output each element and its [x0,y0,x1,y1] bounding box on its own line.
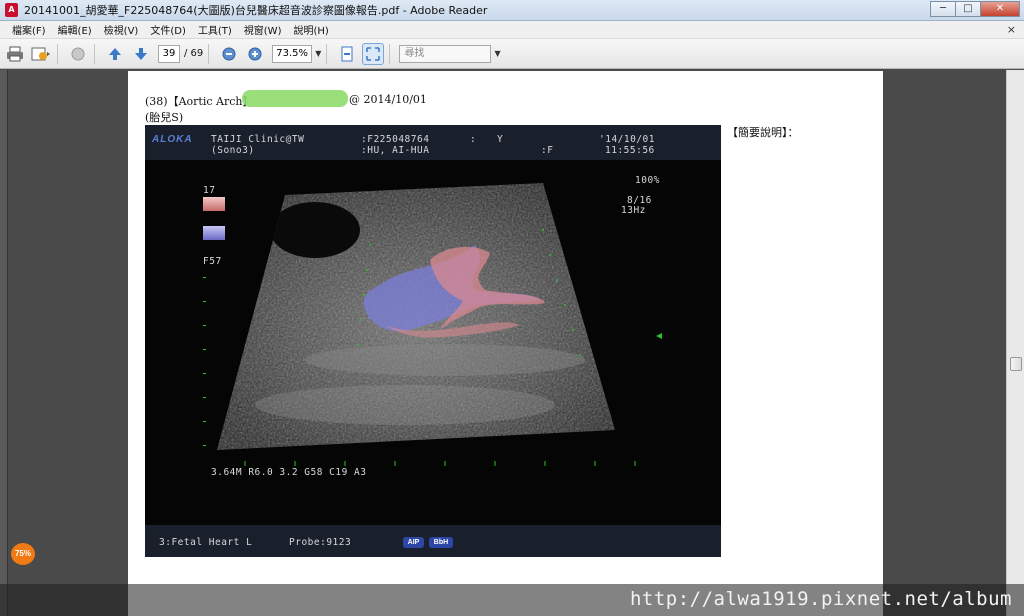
ultrasound-footer: 3:Fetal Heart L Probe:9123 AIP BbH [145,525,721,557]
menu-tools[interactable]: 工具(T) [192,22,238,37]
menu-edit[interactable]: 編輯(E) [52,22,98,37]
page-down-icon[interactable] [130,43,152,65]
minimize-button[interactable]: ─ [930,1,956,17]
filter-label: F57 [203,256,222,267]
color-scale-negative [203,226,225,240]
exam-preset: 3:Fetal Heart L [159,537,253,548]
toolbar-separator [208,43,210,64]
color-scale-positive [203,197,225,211]
zoom-level-input[interactable]: 73.5% [272,44,313,63]
image-subheading: (胎兒S) [145,111,184,124]
watermark-url: http://alwa1919.pixnet.net/album [629,588,1012,610]
document-close-button[interactable]: × [1007,23,1016,36]
depth-tick [203,445,206,446]
depth-tick [203,397,206,398]
ultrasound-image: ALOKA TAIJI Clinic@TW (Sono3) :F22504876… [145,125,721,557]
velocity-scale-top: 17 [203,185,216,196]
navigation-pane[interactable] [0,70,8,616]
fit-page-icon[interactable] [336,43,358,65]
document-page: (38)【Aortic Arch】 @ 2014/10/01 (胎兒S) 【簡要… [128,71,883,616]
toolbar-separator [389,43,391,64]
depth-tick [203,349,206,350]
fullscreen-icon[interactable] [362,42,385,65]
toolbar-separator [57,43,58,64]
menu-view[interactable]: 檢視(V) [98,22,145,37]
bbh-badge: BbH [429,537,453,548]
window-title: 20141001_胡愛華_F225048764(大圖版)台兒醫床超音波診察圖像報… [24,4,488,17]
menu-file[interactable]: 檔案(F) [6,22,52,37]
toolbar: 39 / 69 73.5% ▼ 尋找 ▼ [0,39,1024,69]
gain-percent: 100% [635,175,660,186]
print-icon[interactable] [4,43,26,65]
search-dropdown-icon[interactable]: ▼ [494,49,500,58]
imaging-parameters: 3.64M R6.0 3.2 G58 C19 A3 [211,467,367,478]
collaborate-icon[interactable] [67,43,89,65]
menu-help[interactable]: 說明(H) [287,22,334,37]
zoom-dropdown-icon[interactable]: ▼ [315,49,321,58]
vertical-scrollbar[interactable] [1006,70,1024,616]
image-heading: (38)【Aortic Arch】 [145,95,254,108]
menu-window[interactable]: 視窗(W) [238,22,288,37]
search-input[interactable]: 尋找 [399,44,492,63]
scroll-thumb[interactable] [1010,357,1022,371]
close-button[interactable]: ✕ [980,1,1020,17]
depth-tick [203,277,206,278]
frame-rate: 13Hz [621,205,646,216]
zoom-in-icon[interactable] [244,43,266,65]
depth-tick [203,301,206,302]
maximize-button[interactable]: □ [955,1,981,17]
depth-tick [203,325,206,326]
redaction-mark [242,90,348,107]
page-up-icon[interactable] [104,43,126,65]
summary-label: 【簡要說明】： [727,126,799,139]
depth-tick [203,421,206,422]
aip-badge: AIP [403,537,424,548]
pdf-icon: A [5,3,18,17]
email-icon[interactable] [30,43,52,65]
title-bar: A 20141001_胡愛華_F225048764(大圖版)台兒醫床超音波診察圖… [0,0,1024,21]
toolbar-separator [326,43,328,64]
menu-bar: 檔案(F) 編輯(E) 檢視(V) 文件(D) 工具(T) 視窗(W) 說明(H… [0,21,1024,39]
menu-document[interactable]: 文件(D) [144,22,192,37]
zoom-out-icon[interactable] [218,43,240,65]
probe-id: Probe:9123 [289,537,352,548]
page-total: / 69 [184,48,204,59]
window-controls: ─ □ ✕ [930,1,1020,17]
scan-sector [217,183,662,466]
zoom-badge: 75% [11,543,35,565]
image-date: @ 2014/10/01 [349,93,427,106]
depth-tick [203,373,206,374]
toolbar-separator [94,43,95,64]
page-number-input[interactable]: 39 [158,44,180,63]
